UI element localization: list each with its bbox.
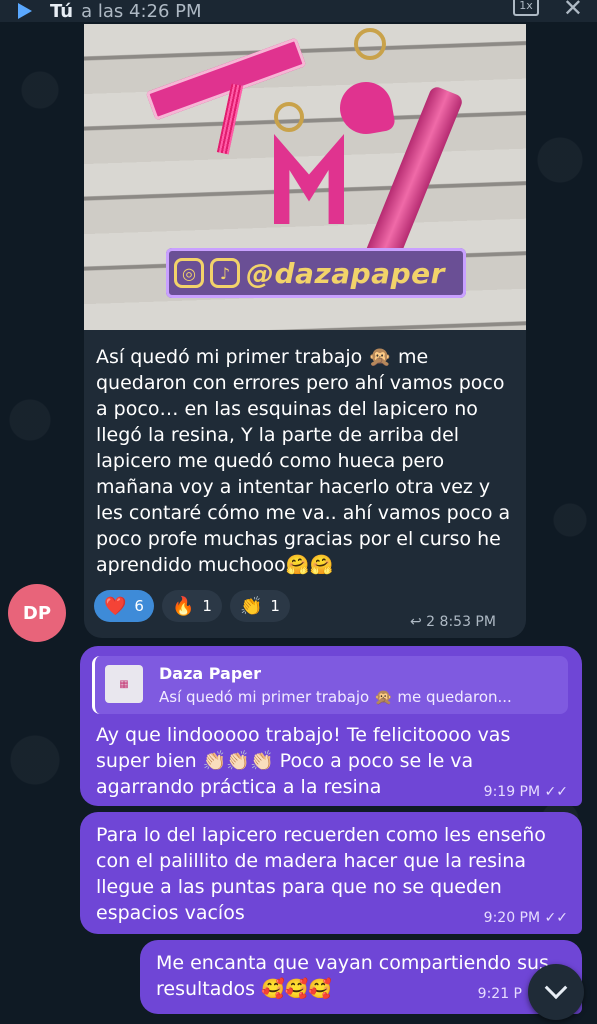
instagram-icon: ◎ — [174, 258, 204, 288]
reactions-row: ❤️ 6 🔥 1 👏 1 — [94, 590, 290, 622]
reply-author: Daza Paper — [159, 664, 262, 683]
fire-icon: 🔥 — [171, 595, 195, 617]
letter-m-keychain — [274, 134, 344, 224]
incoming-message-text: Así quedó mi primer trabajo 🙊 me quedaro… — [96, 346, 511, 576]
avatar[interactable]: DP — [8, 584, 66, 642]
brand-banner: ◎ ♪ @dazapaper — [166, 248, 466, 298]
sender-time: a las 4:26 PM — [81, 0, 202, 22]
reaction-clap[interactable]: 👏 1 — [229, 590, 290, 622]
play-icon[interactable] — [18, 3, 32, 19]
reaction-fire[interactable]: 🔥 1 — [161, 590, 222, 622]
key-ring-icon — [354, 28, 386, 60]
message-time: 9:21 P — [477, 986, 522, 1002]
outgoing-message-bubble[interactable]: Me encanta que vayan compartiendo sus re… — [140, 940, 582, 1014]
reaction-heart[interactable]: ❤️ 6 — [94, 590, 154, 622]
reaction-count: 6 — [134, 597, 144, 615]
outgoing-message-bubble[interactable]: ▦ Daza Paper Así quedó mi primer trabajo… — [80, 646, 582, 806]
attached-photo[interactable]: ◎ ♪ @dazapaper — [84, 24, 526, 330]
replies-count[interactable]: ↩ 2 — [410, 614, 435, 630]
message-time: 9:20 PM ✓✓ — [483, 910, 568, 926]
reaction-count: 1 — [270, 597, 280, 615]
sender-name: Tú — [50, 0, 74, 22]
incoming-message-meta: ↩ 2 8:53 PM — [410, 614, 496, 630]
message-time: 8:53 PM — [439, 614, 496, 630]
brand-handle: @dazapaper — [246, 256, 445, 290]
reply-snippet: Así quedó mi primer trabajo 🙊 me quedaro… — [159, 688, 512, 706]
key-ring-icon — [274, 102, 304, 132]
media-top-bar: Tú a las 4:26 PM 1x ✕ — [0, 0, 597, 22]
close-icon[interactable]: ✕ — [563, 0, 583, 22]
heart-icon: ❤️ — [104, 595, 127, 617]
reply-quote[interactable]: ▦ Daza Paper Así quedó mi primer trabajo… — [92, 656, 568, 714]
chevron-down-icon — [544, 976, 568, 1000]
outgoing-message-bubble[interactable]: Para lo del lapicero recuerden como les … — [80, 812, 582, 934]
clap-icon: 👏 — [239, 595, 263, 617]
speed-icon[interactable]: 1x — [513, 0, 539, 16]
heart-keychain — [335, 77, 397, 139]
reaction-count: 1 — [202, 597, 212, 615]
scroll-down-button[interactable] — [528, 964, 584, 1020]
message-time: 9:19 PM ✓✓ — [483, 784, 568, 800]
reply-thumbnail: ▦ — [105, 665, 143, 703]
tiktok-icon: ♪ — [210, 258, 240, 288]
